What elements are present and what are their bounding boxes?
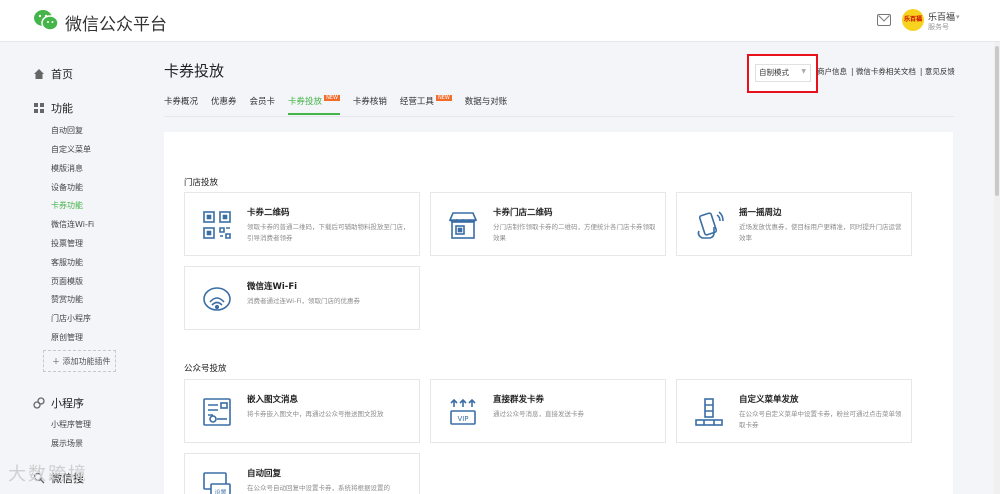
sidebar-item-auto-reply[interactable]: 自动回复 (51, 125, 83, 136)
tab-coupons[interactable]: 优惠券 (211, 95, 237, 115)
card-custom-menu[interactable]: 自定义菜单发放 在公众号自定义菜单中设置卡券，粉丝可通过点击菜单领取卡券 (676, 379, 912, 443)
tab-label: 卡券投放 (288, 97, 323, 107)
sidebar-features-label: 功能 (51, 102, 73, 115)
card-store-qrcode[interactable]: 卡券门店二维码 分门店制作领取卡券的二维码，方便统计各门店卡券领取效果 (430, 192, 666, 256)
page-title: 卡券投放 (164, 62, 225, 80)
sidebar-item-cards[interactable]: 卡券功能 (51, 200, 83, 211)
avatar[interactable]: 乐百福 (902, 9, 924, 31)
sidebar-section-miniprogram[interactable]: 小程序 (33, 395, 84, 411)
wifi-icon (203, 287, 231, 311)
tab-label: 卡券概况 (164, 97, 199, 107)
card-embed-article[interactable]: 嵌入图文消息 将卡券嵌入图文中，再通过公众号推送图文投放 (184, 379, 420, 443)
card-desc: 将卡券嵌入图文中，再通过公众号推送图文投放 (247, 410, 384, 418)
card-desc: 消费者通过连Wi-Fi，领取门店的优惠券 (247, 297, 361, 305)
header-links: 商户信息 | 微信卡券相关文档 | 意见反馈 (817, 67, 955, 76)
card-desc: 在公众号自动回复中设置卡券，系统将根据设置的 (247, 484, 390, 492)
new-badge: NEW (324, 95, 340, 101)
tab-label: 卡券核销 (352, 97, 387, 107)
sidebar-item-page-template[interactable]: 页面模版 (51, 276, 83, 287)
card-desc: 在公众号自定义菜单中设置卡券，粉丝可通过点击菜单领取卡券 (739, 410, 902, 429)
docs-link[interactable]: 微信卡券相关文档 (856, 67, 916, 76)
card-title: 直接群发卡券 (493, 395, 545, 405)
watermark: 大数跨境 (8, 464, 88, 485)
sidebar-item-original[interactable]: 原创管理 (51, 332, 83, 343)
home-icon (34, 69, 44, 79)
chevron-down-icon[interactable]: ▾ (956, 13, 960, 21)
mode-select-value: 自制模式 (759, 68, 789, 77)
tab-label: 数据与对账 (464, 97, 508, 107)
card-qrcode[interactable]: 卡券二维码 领取卡券的普通二维码，下载后可辅助物料投放至门店，引导消费者领券 (184, 192, 420, 256)
tab-card-distribution[interactable]: 卡券投放 NEW (288, 95, 340, 115)
card-desc: 近场发放优惠券，使目标用户更精准，同时提升门店运营效率 (739, 223, 902, 242)
add-plugin-label: 添加功能插件 (62, 357, 111, 366)
card-broadcast[interactable]: VIP 直接群发卡券 通过公众号消息，直接发送卡券 (430, 379, 666, 443)
article-icon (203, 398, 231, 426)
card-desc: 通过公众号消息，直接发送卡券 (493, 410, 584, 418)
tab-label: 会员卡 (249, 97, 276, 107)
tab-business-tools[interactable]: 经营工具 NEW (400, 95, 452, 115)
sidebar-item-wifi[interactable]: 微信连Wi-Fi (51, 219, 94, 230)
card-desc: 分门店制作领取卡券的二维码，方便统计各门店卡券领取效果 (493, 223, 656, 242)
card-shake[interactable]: 摇一摇周边 近场发放优惠券，使目标用户更精准，同时提升门店运营效率 (676, 192, 912, 256)
tab-card-redemption[interactable]: 卡券核销 (353, 95, 387, 115)
mode-highlight-box: 自制模式 ▼ (747, 54, 818, 93)
sidebar-item-device[interactable]: 设备功能 (51, 182, 83, 193)
autoreply-icon: 设置 (203, 472, 231, 494)
menu-icon (695, 398, 723, 426)
shake-icon (697, 211, 724, 239)
chevron-down-icon: ▼ (801, 68, 806, 75)
card-title: 卡券二维码 (247, 208, 290, 218)
card-title: 摇一摇周边 (739, 208, 782, 218)
miniprogram-icon (33, 397, 45, 409)
tab-data-reconciliation[interactable]: 数据与对账 (465, 95, 508, 115)
scrollbar-thumb[interactable] (995, 46, 999, 196)
section-title-store: 门店投放 (184, 178, 219, 188)
wechat-logo-icon[interactable] (33, 8, 59, 32)
broadcast-icon: VIP (450, 398, 476, 425)
sidebar-item-template-message[interactable]: 模版消息 (51, 163, 83, 174)
section-title-mp: 公众号投放 (184, 364, 227, 374)
card-wifi[interactable]: 微信连Wi-Fi 消费者通过连Wi-Fi，领取门店的优惠券 (184, 266, 420, 330)
tab-divider (164, 116, 954, 117)
card-title: 微信连Wi-Fi (247, 282, 298, 292)
card-title: 卡券门店二维码 (493, 208, 553, 218)
sidebar-item-customer-service[interactable]: 客服功能 (51, 257, 83, 268)
tab-bar: 卡券概况 优惠券 会员卡 卡券投放 NEW 卡券核销 经营工具 NEW 数据与对账 (164, 95, 520, 117)
sidebar-item-mini-scenes[interactable]: 展示场景 (51, 438, 83, 449)
add-plugin-button[interactable]: ＋ 添加功能插件 (43, 350, 116, 372)
mode-select[interactable]: 自制模式 ▼ (755, 64, 811, 82)
tab-card-overview[interactable]: 卡券概况 (164, 95, 198, 115)
vip-label: VIP (457, 415, 468, 423)
card-title: 自动回复 (247, 469, 282, 479)
new-badge: NEW (435, 95, 452, 101)
sidebar-item-reward[interactable]: 赞赏功能 (51, 294, 83, 305)
store-icon (448, 212, 478, 239)
tab-label: 优惠券 (211, 97, 237, 107)
sidebar-item-custom-menu[interactable]: 自定义菜单 (51, 144, 91, 155)
sidebar-section-features[interactable]: 功能 (33, 100, 73, 116)
sidebar-item-vote[interactable]: 投票管理 (51, 238, 83, 249)
qrcode-icon (203, 211, 231, 239)
sidebar-miniprogram-label: 小程序 (51, 397, 84, 410)
scrollbar[interactable] (994, 42, 1000, 494)
card-desc: 领取卡券的普通二维码，下载后可辅助物料投放至门店，引导消费者领券 (247, 223, 410, 242)
sidebar-item-mini-manage[interactable]: 小程序管理 (51, 419, 91, 430)
sidebar-home-label: 首页 (51, 68, 73, 81)
mail-icon[interactable] (877, 14, 891, 26)
card-auto-reply[interactable]: 设置 自动回复 在公众号自动回复中设置卡券，系统将根据设置的 (184, 453, 420, 494)
card-title: 嵌入图文消息 (247, 395, 299, 405)
account-type: 服务号 (928, 23, 949, 31)
sidebar-item-home[interactable]: 首页 (33, 66, 73, 82)
brand-title[interactable]: 微信公众平台 (65, 10, 167, 35)
card-title: 自定义菜单发放 (739, 395, 799, 405)
feedback-link[interactable]: 意见反馈 (925, 67, 955, 76)
tab-label: 经营工具 (399, 97, 434, 107)
tab-membership[interactable]: 会员卡 (250, 95, 276, 115)
settings-label: 设置 (214, 489, 226, 494)
grid-icon (34, 103, 44, 113)
sidebar-item-store-miniprogram[interactable]: 门店小程序 (51, 313, 91, 324)
top-header: 微信公众平台 乐百福 乐百福 服务号 ▾ (0, 0, 1000, 42)
merchant-info-link[interactable]: 商户信息 (817, 67, 847, 76)
